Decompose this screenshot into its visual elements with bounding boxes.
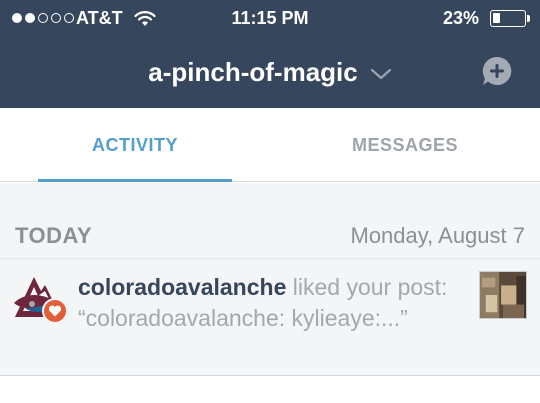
battery-tip xyxy=(527,15,530,22)
active-tab-indicator xyxy=(38,179,232,182)
activity-username[interactable]: coloradoavalanche xyxy=(78,274,286,300)
heart-icon xyxy=(48,305,62,317)
heart-badge xyxy=(42,298,68,324)
section-label: TODAY xyxy=(15,223,93,248)
app-header: AT&T 11:15 PM 23% a-pinch-of-magic xyxy=(0,0,540,108)
battery-percent: 23% xyxy=(443,8,480,28)
tab-activity[interactable]: ACTIVITY xyxy=(0,108,270,182)
compose-message-icon[interactable] xyxy=(480,54,514,88)
section-date: Monday, August 7 xyxy=(350,223,526,248)
post-thumbnail[interactable] xyxy=(479,271,527,319)
list-item[interactable]: coloradoavalanche liked your post: “colo… xyxy=(0,260,540,376)
battery-icon xyxy=(490,10,526,27)
tab-bar: ACTIVITY MESSAGES xyxy=(0,108,540,182)
activity-text: coloradoavalanche liked your post: “colo… xyxy=(78,272,458,334)
blog-switcher[interactable]: a-pinch-of-magic xyxy=(0,52,540,92)
battery-fill xyxy=(493,13,500,23)
blog-title: a-pinch-of-magic xyxy=(148,56,358,87)
tab-messages[interactable]: MESSAGES xyxy=(270,108,540,182)
chevron-down-icon xyxy=(370,68,391,80)
section-header: TODAY Monday, August 7 xyxy=(0,183,540,259)
status-bar: AT&T 11:15 PM 23% xyxy=(0,0,540,36)
activity-list: TODAY Monday, August 7 coloradoavalanche… xyxy=(0,183,540,376)
